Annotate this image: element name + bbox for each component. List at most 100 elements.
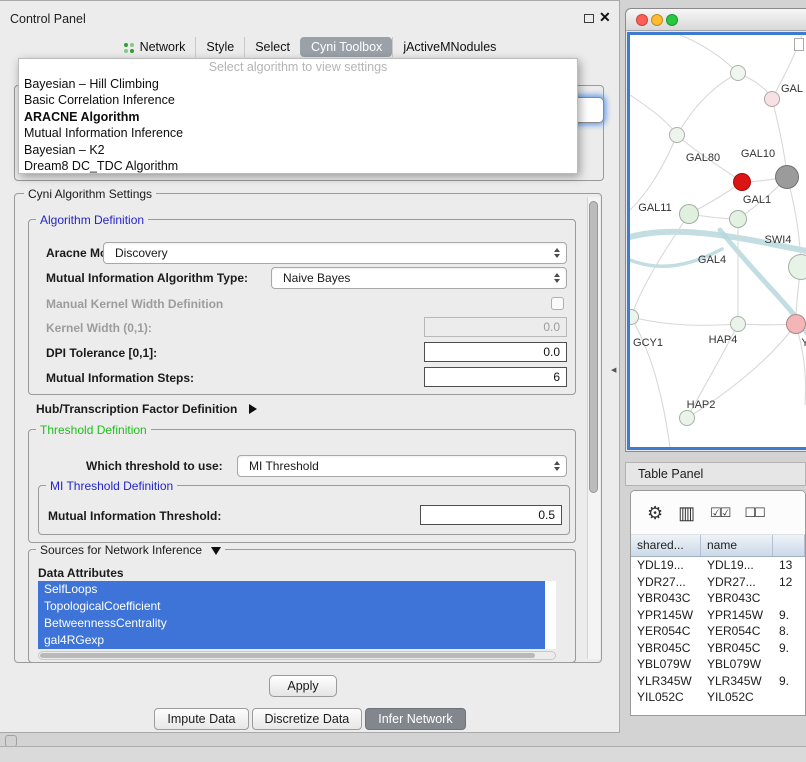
algorithm-option[interactable]: Basic Correlation Inference (19, 92, 577, 108)
manual-kernel-checkbox[interactable] (551, 297, 564, 310)
attribute-item[interactable]: TopologicalCoefficient (38, 598, 545, 615)
settings-scrollbar-thumb[interactable] (589, 201, 598, 493)
control-panel-title: Control Panel (10, 12, 86, 26)
graph-node[interactable] (786, 314, 806, 334)
zoom-button[interactable] (666, 14, 678, 26)
algorithm-dropdown-list: Bayesian – Hill ClimbingBasic Correlatio… (19, 76, 577, 174)
table-row[interactable]: YBL079WYBL079W (631, 656, 805, 673)
network-scrollbar-corner[interactable] (794, 38, 804, 51)
network-window: GALGAL80GAL10GAL11GAL1SWI4GAL4GCY1HAP4HA… (625, 8, 806, 452)
network-canvas[interactable]: GALGAL80GAL10GAL11GAL1SWI4GAL4GCY1HAP4HA… (627, 32, 806, 450)
close-button[interactable] (636, 14, 648, 26)
table-cell: YLR345W (631, 673, 701, 690)
table-row[interactable]: YPR145WYPR145W9. (631, 607, 805, 624)
which-threshold-select[interactable]: MI Threshold (237, 455, 567, 477)
graph-node[interactable] (730, 65, 746, 81)
attribute-item[interactable]: gal4RGexp (38, 632, 545, 649)
bottom-tab-infer-network[interactable]: Infer Network (365, 708, 465, 730)
table-row[interactable]: YDL19...YDL19...13 (631, 557, 805, 574)
attribute-item[interactable]: SelfLoops (38, 581, 545, 598)
tab-jactivemnodules[interactable]: jActiveMNodules (392, 37, 506, 57)
table-row[interactable]: YBR043CYBR043C (631, 590, 805, 607)
graph-node[interactable] (679, 410, 695, 426)
node-label: GAL1 (743, 194, 771, 206)
table-row[interactable]: YBR045CYBR045C9. (631, 640, 805, 657)
table-header: shared...name (631, 535, 805, 557)
expand-triangle-icon (249, 404, 257, 414)
tab-label: Network (140, 40, 186, 54)
graph-node[interactable] (764, 91, 780, 107)
graph-node[interactable] (730, 316, 746, 332)
column-header[interactable] (773, 535, 805, 556)
manual-kernel-label: Manual Kernel Width Definition (46, 296, 223, 312)
table-row[interactable]: YDR27...YDR27...12 (631, 574, 805, 591)
algorithm-option[interactable]: Mutual Information Inference (19, 125, 577, 141)
stepper-icon (551, 461, 562, 471)
apply-button[interactable]: Apply (269, 675, 337, 697)
graph-node[interactable] (733, 173, 751, 191)
hub-section-label: Hub/Transcription Factor Definition (36, 402, 237, 416)
algorithm-option[interactable]: Dream8 DC_TDC Algorithm (19, 158, 577, 174)
table-cell (773, 656, 805, 673)
table-cell: YPR145W (631, 607, 701, 624)
stepper-icon (551, 273, 562, 283)
select-all-icon[interactable]: ☑☑ (710, 504, 729, 522)
network-window-titlebar[interactable] (626, 9, 806, 31)
which-threshold-value: MI Threshold (249, 459, 551, 473)
graph-node[interactable] (775, 165, 799, 189)
splitter-collapse-icon[interactable]: ◀ (611, 366, 616, 374)
data-attributes-label: Data Attributes (38, 565, 124, 581)
mi-threshold-label: Mutual Information Threshold: (48, 508, 221, 524)
table-body: YDL19...YDL19...13YDR27...YDR27...12YBR0… (631, 557, 805, 706)
dpi-tolerance-field[interactable]: 0.0 (424, 342, 567, 362)
aracne-mode-select[interactable]: Discovery (103, 242, 567, 264)
minimize-button[interactable] (651, 14, 663, 26)
graph-node[interactable] (679, 204, 699, 224)
bottom-tab-discretize-data[interactable]: Discretize Data (252, 708, 363, 730)
node-label: GAL10 (741, 148, 775, 160)
tab-style[interactable]: Style (195, 37, 244, 57)
table-cell: YBR045C (631, 640, 701, 657)
table-row[interactable]: YER054CYER054C8. (631, 623, 805, 640)
mi-threshold-field[interactable]: 0.5 (420, 505, 562, 525)
column-header[interactable]: name (701, 535, 773, 556)
attributes-hscrollbar[interactable] (38, 651, 556, 660)
algorithm-option[interactable]: Bayesian – K2 (19, 142, 577, 158)
algorithm-dropdown-placeholder[interactable]: Select algorithm to view settings (19, 59, 577, 76)
close-icon[interactable]: ✕ (599, 9, 611, 26)
table-cell: YBR043C (701, 590, 773, 607)
attributes-hscrollbar-thumb[interactable] (40, 653, 535, 658)
gear-icon[interactable]: ⚙ (647, 504, 663, 522)
tab-network[interactable]: Network (114, 37, 196, 57)
threshold-group-title: Threshold Definition (36, 423, 151, 437)
network-graph[interactable]: GALGAL80GAL10GAL11GAL1SWI4GAL4GCY1HAP4HA… (630, 35, 806, 447)
sources-group-toggle[interactable]: Sources for Network Inference (36, 543, 225, 557)
column-header[interactable]: shared... (631, 535, 701, 556)
table-toolbar: ⚙ ▥ ☑☑ ☐☐ (631, 491, 805, 535)
mi-steps-label: Mutual Information Steps: (46, 370, 194, 386)
graph-node[interactable] (729, 210, 747, 228)
table-cell: YDL19... (631, 557, 701, 574)
bottom-tab-impute-data[interactable]: Impute Data (154, 708, 248, 730)
mi-type-label: Mutual Information Algorithm Type: (46, 270, 248, 286)
float-window-icon[interactable] (584, 14, 594, 23)
table-row[interactable]: YIL052CYIL052C (631, 689, 805, 706)
tab-cyni-toolbox[interactable]: Cyni Toolbox (300, 37, 392, 57)
tab-label: Style (206, 40, 234, 54)
hub-section-toggle[interactable]: Hub/Transcription Factor Definition (36, 401, 257, 417)
columns-icon[interactable]: ▥ (678, 504, 695, 522)
mi-steps-field[interactable]: 6 (424, 367, 567, 387)
deselect-all-icon[interactable]: ☐☐ (744, 504, 763, 522)
table-window: ⚙▥☑☑☐☐ shared...name YDL19...YDL19...13Y… (630, 490, 806, 716)
graph-node[interactable] (669, 127, 685, 143)
kernel-width-field[interactable]: 0.0 (424, 317, 567, 337)
node-label: HAP2 (687, 399, 716, 411)
tab-select[interactable]: Select (244, 37, 300, 57)
table-row[interactable]: YLR345WYLR345W9. (631, 673, 805, 690)
mi-type-select[interactable]: Naive Bayes (271, 267, 567, 289)
algorithm-option[interactable]: Bayesian – Hill Climbing (19, 76, 577, 92)
control-panel-tabs: Network Style SelectCyni ToolboxjActiveMNo… (0, 37, 620, 57)
collapse-triangle-icon (211, 547, 221, 555)
algorithm-option[interactable]: ARACNE Algorithm (19, 109, 577, 125)
attribute-item[interactable]: BetweennessCentrality (38, 615, 545, 632)
